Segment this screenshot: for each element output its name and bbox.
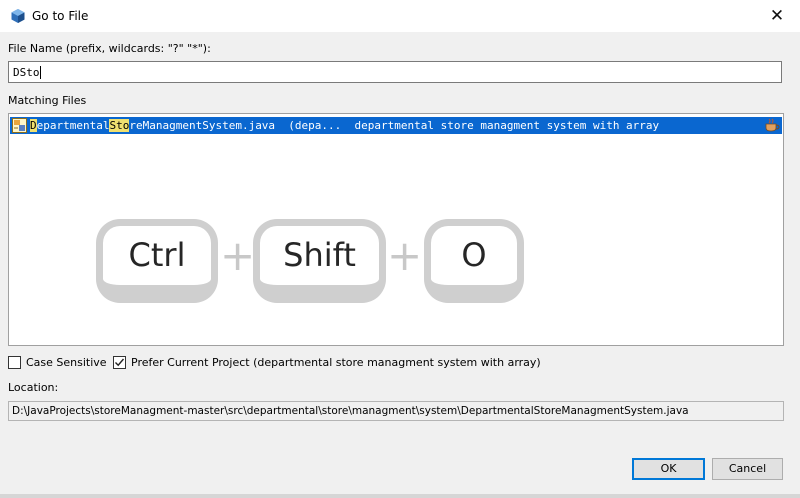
file-name-input[interactable]: DSto xyxy=(8,61,782,83)
java-file-icon xyxy=(12,118,27,133)
prefer-current-project-checkbox[interactable] xyxy=(113,356,126,369)
prefer-current-project-label[interactable]: Prefer Current Project (departmental sto… xyxy=(131,355,541,370)
netbeans-icon xyxy=(10,8,26,24)
match-highlight: Sto xyxy=(109,119,130,132)
cancel-button[interactable]: Cancel xyxy=(712,458,783,480)
case-sensitive-checkbox[interactable] xyxy=(8,356,21,369)
coffee-cup-icon xyxy=(764,118,780,133)
case-sensitive-label[interactable]: Case Sensitive xyxy=(26,355,107,370)
close-button[interactable]: ✕ xyxy=(754,0,800,32)
checkmark-icon xyxy=(115,358,125,367)
ok-button[interactable]: OK xyxy=(632,458,705,480)
dialog-title: Go to File xyxy=(32,9,89,23)
file-entry-text: DepartmentalStoreManagmentSystem.java (d… xyxy=(30,119,660,132)
file-name-label: File Name (prefix, wildcards: "?" "*"): xyxy=(8,42,211,55)
file-name-value: DSto xyxy=(13,66,41,79)
location-path: D:\JavaProjects\storeManagment-master\sr… xyxy=(12,405,689,417)
list-item[interactable]: DepartmentalStoreManagmentSystem.java (d… xyxy=(10,117,782,134)
location-field: D:\JavaProjects\storeManagment-master\sr… xyxy=(8,401,784,421)
key-ctrl: Ctrl xyxy=(96,219,218,303)
location-label: Location: xyxy=(8,381,59,394)
window-bottom-edge xyxy=(0,494,800,498)
plus-sign: + xyxy=(220,231,256,280)
text-caret xyxy=(39,66,41,79)
matching-files-label: Matching Files xyxy=(8,94,87,107)
title-bar: Go to File ✕ xyxy=(0,0,800,32)
key-o: O xyxy=(424,219,524,303)
plus-sign: + xyxy=(387,231,423,280)
match-highlight: D xyxy=(30,119,37,132)
key-shift: Shift xyxy=(253,219,386,303)
